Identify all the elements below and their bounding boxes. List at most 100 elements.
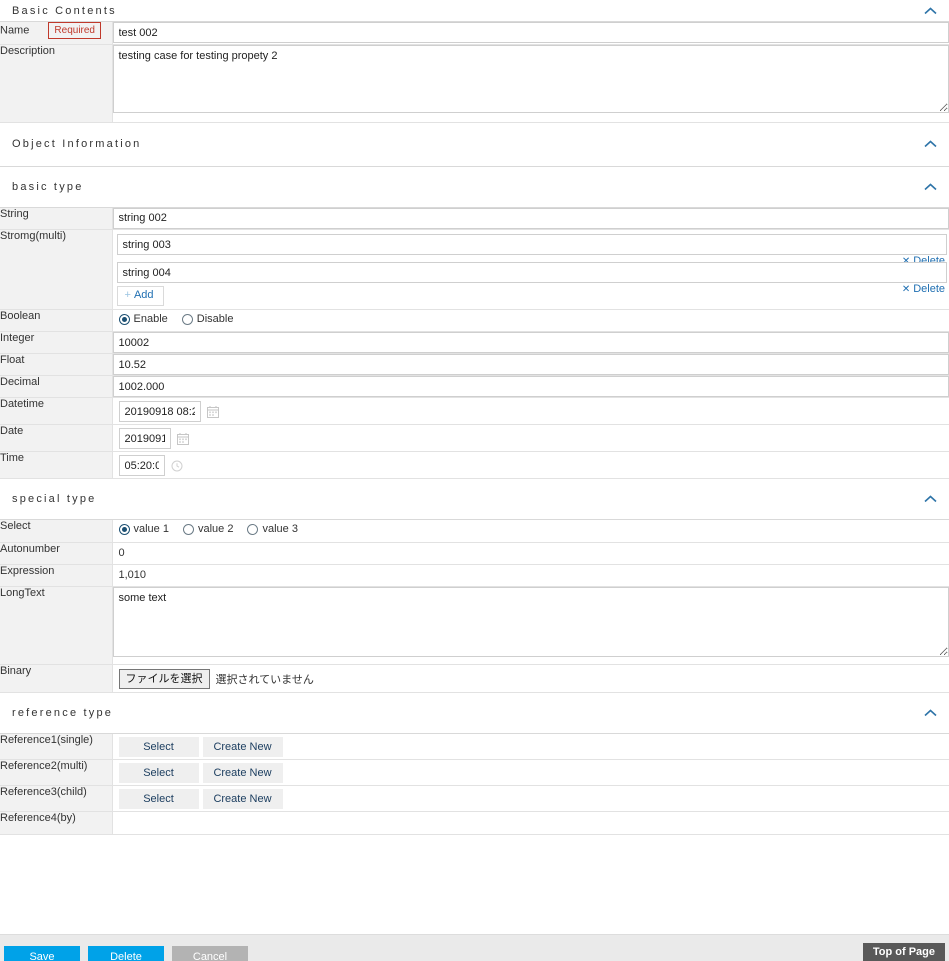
string-multi-input-1[interactable] (116, 234, 947, 255)
integer-input[interactable] (112, 332, 949, 353)
field-label-date: Date (0, 425, 24, 437)
table-row-decimal: Decimal (0, 375, 949, 398)
select-button-reference3[interactable]: Select (118, 788, 199, 809)
table-row-description: Description (0, 44, 949, 123)
label-cell-decimal: Decimal (0, 375, 113, 398)
value-cell-name (112, 22, 949, 45)
chevron-up-icon[interactable] (924, 6, 937, 15)
chevron-up-icon[interactable] (924, 708, 937, 717)
plus-icon: + (124, 289, 131, 301)
string-input[interactable] (112, 207, 949, 229)
description-textarea[interactable] (112, 44, 949, 113)
add-button-label: Add (133, 289, 154, 301)
table-row: Reference2(multi) Select Create New (0, 759, 949, 786)
chevron-up-icon[interactable] (924, 182, 937, 191)
calendar-icon[interactable] (176, 432, 189, 445)
value-cell-reference2: Select Create New (112, 759, 949, 786)
chevron-up-icon[interactable] (924, 140, 937, 149)
create-new-button-reference1[interactable]: Create New (202, 736, 283, 757)
section-title-object-information: Object Information (12, 138, 142, 150)
decimal-input[interactable] (112, 376, 949, 397)
expression-value: 1,010 (118, 568, 147, 581)
special-type-table: Select value 1 value 2 value 3 Autonumbe… (0, 520, 949, 693)
field-label-integer: Integer (0, 332, 35, 344)
label-cell-reference2: Reference2(multi) (0, 759, 113, 786)
radio-label-value-2: value 2 (197, 523, 234, 535)
name-input[interactable] (112, 22, 949, 43)
value-cell-integer (112, 331, 949, 354)
radio-select-value-2[interactable]: value 2 (182, 523, 234, 535)
radio-label-disable: Disable (196, 313, 234, 325)
radio-indicator (181, 313, 193, 325)
select-button-reference1[interactable]: Select (118, 736, 199, 757)
field-label-datetime: Datetime (0, 398, 45, 410)
value-cell-autonumber: 0 (112, 542, 949, 565)
radio-label-value-1: value 1 (133, 523, 169, 535)
value-cell-float (112, 353, 949, 376)
section-header-object-information: Object Information (0, 123, 949, 167)
table-row-string: String (0, 207, 949, 230)
time-input[interactable] (118, 455, 165, 476)
radio-label-value-3: value 3 (262, 523, 298, 535)
table-row-binary: Binary ファイルを選択 選択されていません (0, 664, 949, 693)
file-status-text: 選択されていません (215, 673, 314, 686)
field-label-select: Select (0, 520, 31, 532)
radio-indicator (118, 523, 130, 535)
field-label-reference3: Reference3(child) (0, 785, 87, 798)
field-label-decimal: Decimal (0, 376, 40, 388)
label-cell-reference4: Reference4(by) (0, 811, 113, 835)
value-cell-binary: ファイルを選択 選択されていません (112, 664, 949, 693)
label-cell-time: Time (0, 451, 113, 479)
reference1-buttons: Select Create New (113, 734, 949, 759)
table-row-integer: Integer (0, 331, 949, 354)
radio-select-value-1[interactable]: value 1 (118, 523, 169, 535)
choose-file-button[interactable]: ファイルを選択 (118, 668, 210, 689)
table-row-longtext: LongText (0, 586, 949, 665)
create-new-button-reference3[interactable]: Create New (202, 788, 283, 809)
value-cell-expression: 1,010 (112, 564, 949, 587)
table-row: Reference1(single) Select Create New (0, 733, 949, 760)
create-new-button-reference2[interactable]: Create New (202, 762, 283, 783)
section-header-reference-type: reference type (0, 693, 949, 734)
string-multi-input-2[interactable] (116, 262, 947, 283)
multi-string-list: ✕Delete ✕Delete +Add (113, 230, 949, 309)
time-field-group (113, 452, 949, 478)
datetime-input[interactable] (118, 401, 201, 422)
label-cell-string-multi: Stromg(multi) (0, 229, 113, 310)
field-label-description: Description (0, 44, 56, 57)
label-cell-reference3: Reference3(child) (0, 785, 113, 812)
float-input[interactable] (112, 354, 949, 375)
date-input[interactable] (118, 428, 171, 449)
longtext-textarea[interactable] (112, 586, 949, 657)
clock-icon[interactable] (171, 460, 183, 472)
value-cell-description (112, 44, 949, 123)
cancel-button[interactable]: Cancel (172, 946, 248, 961)
section-title-reference-type: reference type (12, 706, 114, 719)
top-of-page-button[interactable]: Top of Page (862, 943, 945, 961)
label-cell-datetime: Datetime (0, 397, 113, 425)
table-row-expression: Expression 1,010 (0, 564, 949, 587)
value-cell-boolean: Enable Disable (112, 309, 949, 332)
status-badge-required: Required (48, 22, 101, 39)
table-row-autonumber: Autonumber 0 (0, 542, 949, 565)
add-string-button[interactable]: + Add (116, 286, 164, 306)
delete-button[interactable]: Delete (88, 946, 164, 961)
label-cell-float: Float (0, 353, 113, 376)
chevron-up-icon[interactable] (924, 495, 937, 504)
radio-boolean-enable[interactable]: Enable (118, 313, 168, 325)
save-button[interactable]: Save (4, 946, 80, 961)
select-button-reference2[interactable]: Select (118, 762, 199, 783)
radio-select-value-3[interactable]: value 3 (247, 523, 298, 535)
delete-link-2[interactable]: ✕ Delete (902, 283, 945, 295)
list-item: ✕Delete (116, 262, 947, 295)
reference-type-table: Reference1(single) Select Create New Ref… (0, 733, 949, 835)
autonumber-value: 0 (118, 546, 125, 559)
boolean-radio-group: Enable Disable (113, 310, 949, 327)
radio-boolean-disable[interactable]: Disable (181, 313, 234, 325)
calendar-icon[interactable] (206, 405, 219, 418)
action-bar: Save Delete Cancel Top of Page (0, 934, 949, 961)
table-row-name: Name Required (0, 22, 949, 45)
field-label-string-multi: Stromg(multi) (0, 230, 67, 242)
label-cell-description: Description (0, 44, 113, 123)
field-label-autonumber: Autonumber (0, 542, 60, 555)
